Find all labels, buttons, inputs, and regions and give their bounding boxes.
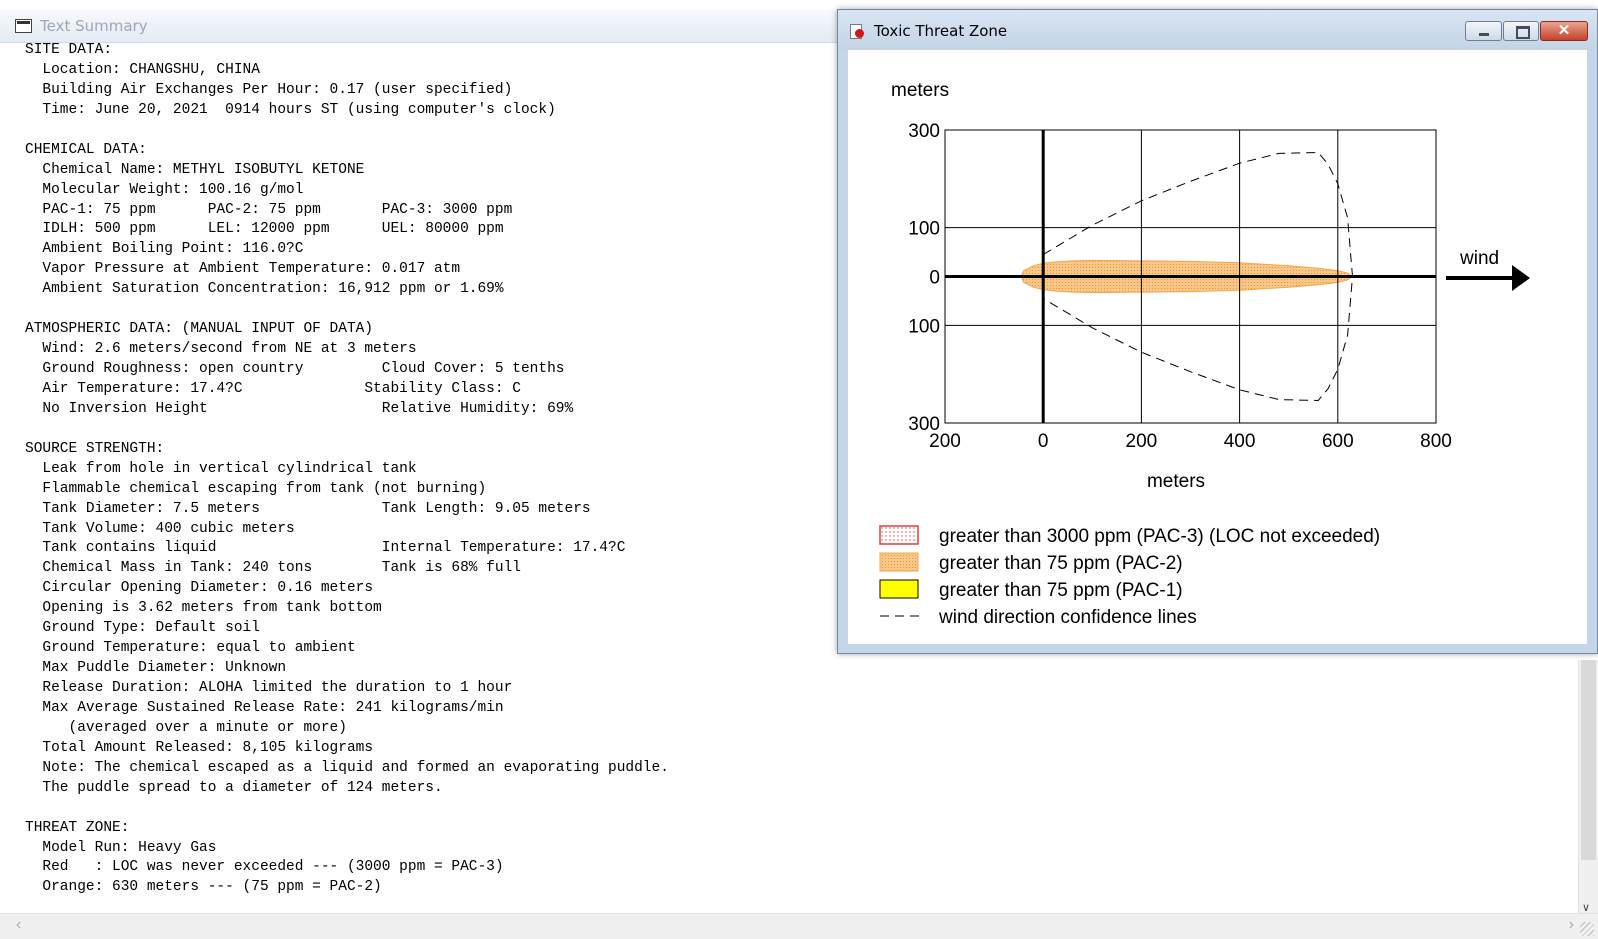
y-axis-title: meters bbox=[891, 80, 949, 101]
summary-line: SOURCE STRENGTH: bbox=[25, 440, 165, 457]
summary-line: Vapor Pressure at Ambient Temperature: 0… bbox=[25, 261, 461, 278]
summary-line: Ambient Saturation Concentration: 16,912… bbox=[25, 281, 504, 298]
summary-line: Chemical Mass in Tank: 240 tons Tank is … bbox=[25, 560, 521, 577]
x-tick-label: 800 bbox=[1420, 431, 1452, 452]
summary-line: Orange: 630 meters --- (75 ppm = PAC-2) bbox=[25, 879, 382, 896]
summary-line: ATMOSPHERIC DATA: (MANUAL INPUT OF DATA) bbox=[25, 321, 374, 338]
scroll-left-icon[interactable]: ‹ bbox=[16, 916, 21, 934]
summary-line: (averaged over a minute or more) bbox=[25, 719, 347, 736]
legend-label: greater than 75 ppm (PAC-1) bbox=[939, 580, 1183, 601]
aloha-app-icon bbox=[850, 24, 865, 39]
scroll-right-icon[interactable]: › bbox=[1569, 916, 1574, 934]
summary-line: Max Puddle Diameter: Unknown bbox=[25, 660, 287, 677]
threat-zone-plot-area: 200 0 200 400 600 800 300 100 0 100 300 meters meter… bbox=[848, 50, 1587, 644]
y-tick-label: 300 bbox=[908, 414, 940, 435]
threat-zone-chart: 200 0 200 400 600 8003001000100300metersmeter… bbox=[879, 80, 1530, 628]
vertical-scroll-thumb[interactable] bbox=[1581, 660, 1596, 860]
x-tick-label: 600 bbox=[1322, 431, 1354, 452]
summary-line: Time: June 20, 2021 0914 hours ST (using… bbox=[25, 101, 556, 118]
summary-line: Max Average Sustained Release Rate: 241 … bbox=[25, 699, 504, 716]
summary-line: Total Amount Released: 8,105 kilograms bbox=[25, 739, 374, 756]
x-axis-title: meters bbox=[1147, 471, 1205, 492]
x-tick-label: 0 bbox=[1038, 431, 1049, 452]
legend-swatch-pac1 bbox=[879, 579, 919, 599]
wind-label: wind bbox=[1459, 248, 1499, 269]
text-summary-title: Text Summary bbox=[40, 17, 148, 35]
summary-line: Opening is 3.62 meters from tank bottom bbox=[25, 600, 382, 617]
summary-line: Flammable chemical escaping from tank (n… bbox=[25, 480, 487, 497]
summary-line: Tank Diameter: 7.5 meters Tank Length: 9… bbox=[25, 500, 591, 517]
summary-line: Ground Temperature: equal to ambient bbox=[25, 640, 356, 657]
summary-line: Note: The chemical escaped as a liquid a… bbox=[25, 759, 669, 776]
legend-swatch-pac3 bbox=[879, 525, 919, 545]
wind-arrow-icon bbox=[1512, 265, 1530, 291]
summary-line: Release Duration: ALOHA limited the dura… bbox=[25, 680, 513, 696]
threat-zone-titlebar[interactable]: Toxic Threat Zone ✕ bbox=[838, 10, 1597, 50]
summary-line: No Inversion Height Relative Humidity: 6… bbox=[25, 400, 574, 417]
summary-line: THREAT ZONE: bbox=[25, 819, 130, 836]
x-tick-label: 400 bbox=[1224, 431, 1256, 452]
summary-line: Molecular Weight: 100.16 g/mol bbox=[25, 181, 304, 198]
horizontal-scrollbar[interactable]: ‹ › bbox=[0, 913, 1598, 939]
summary-line: Chemical Name: METHYL ISOBUTYL KETONE bbox=[25, 161, 365, 178]
summary-line bbox=[25, 300, 669, 320]
legend-swatch-pac2 bbox=[879, 552, 919, 572]
summary-line: Model Run: Heavy Gas bbox=[25, 839, 217, 856]
window-icon bbox=[15, 19, 32, 33]
close-icon: ✕ bbox=[1557, 22, 1571, 39]
summary-text-area[interactable]: SITE DATA: Location: CHANGSHU, CHINA Bui… bbox=[25, 41, 669, 898]
summary-line: CHEMICAL DATA: bbox=[25, 141, 147, 158]
summary-line: IDLH: 500 ppm LEL: 12000 ppm UEL: 80000 … bbox=[25, 221, 504, 238]
minimize-button[interactable] bbox=[1465, 21, 1502, 41]
summary-line: Leak from hole in vertical cylindrical t… bbox=[25, 460, 417, 477]
summary-line bbox=[25, 420, 669, 440]
summary-line: Wind: 2.6 meters/second from NE at 3 met… bbox=[25, 341, 417, 358]
summary-line bbox=[25, 799, 669, 819]
maximize-button[interactable] bbox=[1503, 21, 1539, 41]
toxic-threat-zone-window[interactable]: Toxic Threat Zone ✕ 200 0 200 400 600 800 300 1… bbox=[837, 9, 1598, 654]
legend-label: greater than 3000 ppm (PAC-3) (LOC not e… bbox=[939, 526, 1380, 547]
summary-line: Location: CHANGSHU, CHINA bbox=[25, 61, 260, 78]
summary-line bbox=[25, 121, 669, 141]
summary-line: SITE DATA: bbox=[25, 42, 113, 58]
y-tick-label: 100 bbox=[908, 316, 940, 337]
threat-zone-title: Toxic Threat Zone bbox=[874, 22, 1008, 40]
close-button[interactable]: ✕ bbox=[1540, 21, 1588, 41]
summary-line: Red : LOC was never exceeded --- (3000 p… bbox=[25, 859, 504, 876]
legend-label: wind direction confidence lines bbox=[938, 607, 1197, 628]
summary-line: PAC-1: 75 ppm PAC-2: 75 ppm PAC-3: 3000 … bbox=[25, 201, 513, 218]
summary-line: The puddle spread to a diameter of 124 m… bbox=[25, 779, 443, 796]
y-tick-label: 0 bbox=[929, 268, 940, 289]
summary-line: Building Air Exchanges Per Hour: 0.17 (u… bbox=[25, 81, 513, 98]
summary-line: Ambient Boiling Point: 116.0?C bbox=[25, 241, 304, 258]
summary-line: Circular Opening Diameter: 0.16 meters bbox=[25, 580, 374, 597]
summary-line: Tank Volume: 400 cubic meters bbox=[25, 520, 295, 537]
summary-line: Ground Roughness: open country Cloud Cov… bbox=[25, 361, 565, 377]
legend-label: greater than 75 ppm (PAC-2) bbox=[939, 553, 1183, 574]
summary-line: Tank contains liquid Internal Temperatur… bbox=[25, 540, 626, 557]
y-tick-label: 300 bbox=[908, 121, 940, 142]
y-tick-label: 100 bbox=[908, 219, 940, 240]
resize-grip-icon[interactable] bbox=[1580, 922, 1594, 936]
x-tick-label: 200 bbox=[1126, 431, 1158, 452]
vertical-scrollbar[interactable]: ∨ bbox=[1578, 660, 1598, 920]
summary-line: Ground Type: Default soil bbox=[25, 620, 260, 637]
summary-line: Air Temperature: 17.4?C Stability Class:… bbox=[25, 380, 521, 397]
